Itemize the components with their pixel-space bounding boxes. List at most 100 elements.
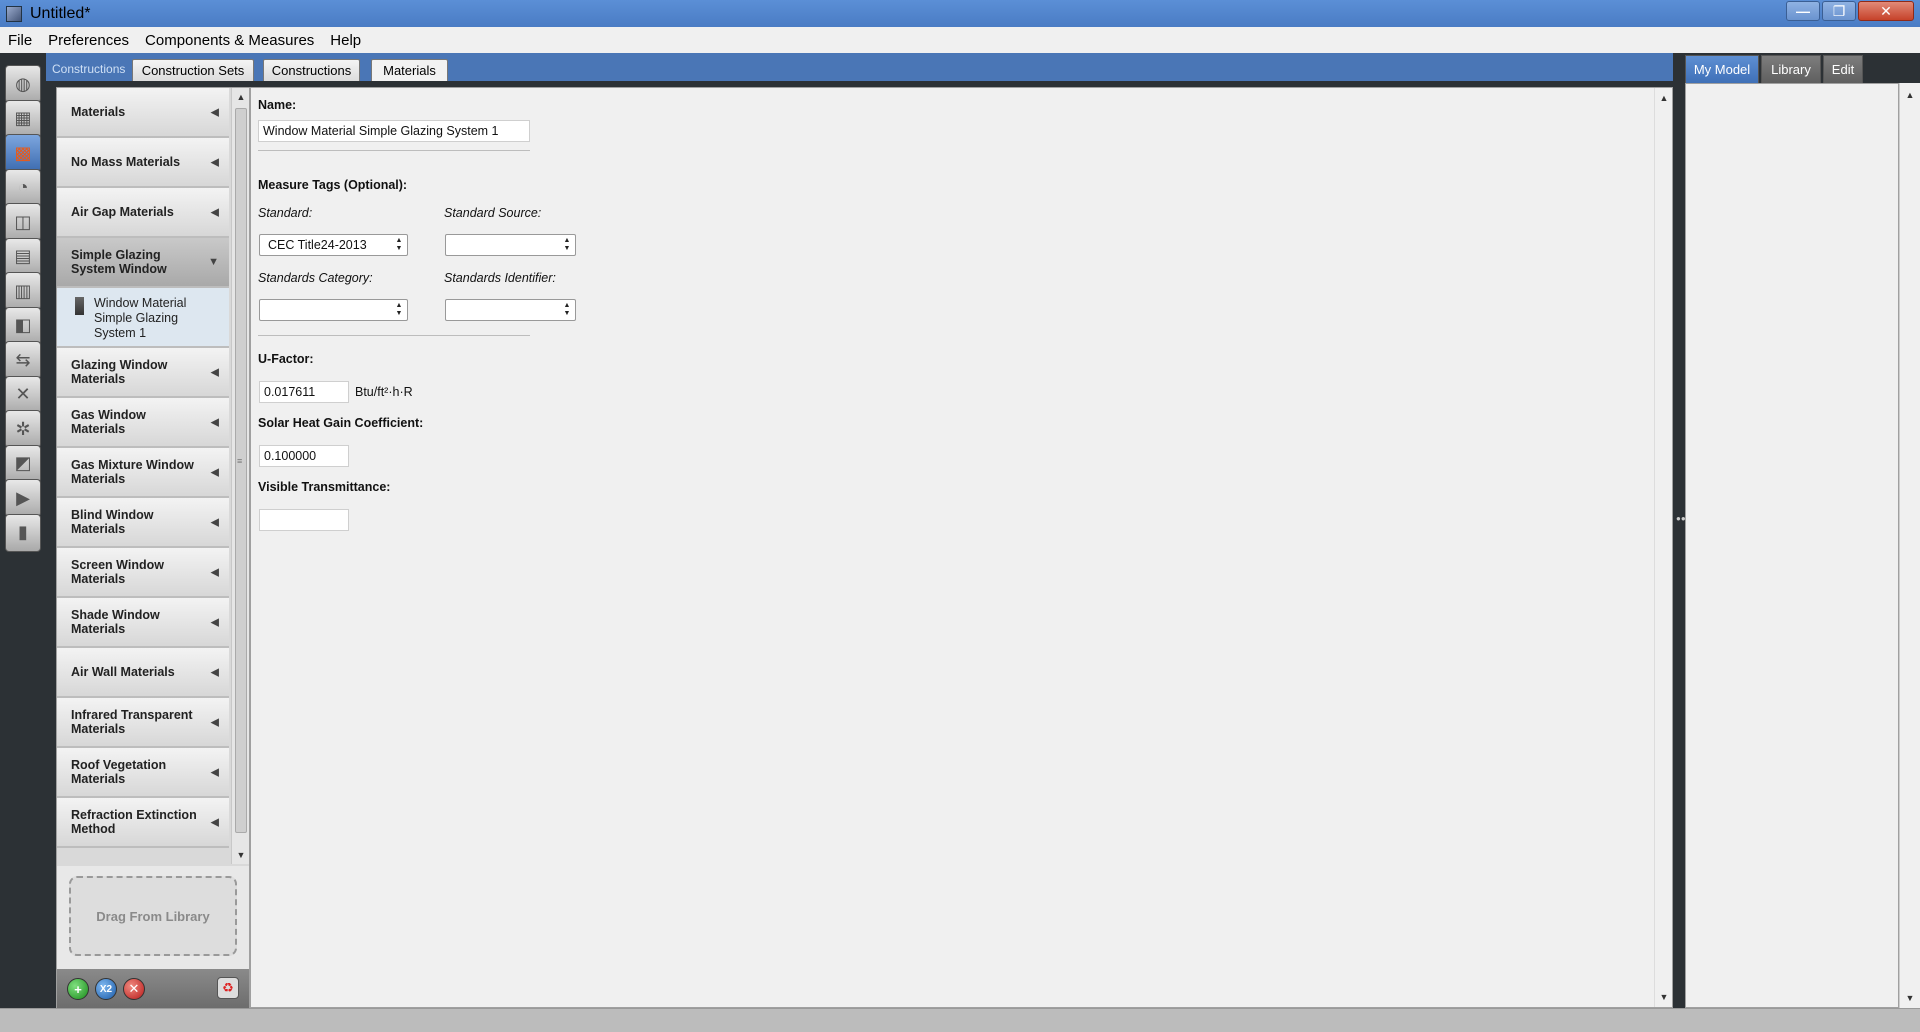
expand-arrow-icon[interactable]: ◀ <box>211 516 219 529</box>
standard-source-select[interactable]: ▲ ▼ <box>445 234 576 256</box>
expand-arrow-icon[interactable]: ◀ <box>211 666 219 679</box>
material-category-item[interactable]: Glazing Window Materials ◀ <box>57 348 229 398</box>
tab-constructions[interactable]: Constructions <box>263 59 360 81</box>
menu-components-measures[interactable]: Components & Measures <box>137 32 322 49</box>
drag-from-library-dropzone[interactable]: Drag From Library <box>69 876 237 956</box>
right-tab-row: My Model Library Edit <box>1685 53 1920 83</box>
purge-objects-button[interactable]: ♻ <box>217 977 239 999</box>
loads-icon-button[interactable]: ◔ <box>5 168 41 207</box>
expand-arrow-icon[interactable]: ◀ <box>211 416 219 429</box>
material-category-item[interactable]: No Mass Materials ◀ <box>57 138 229 188</box>
inspector-scrollbar[interactable]: ▲ ▼ <box>1654 88 1672 1007</box>
minimize-button[interactable]: — <box>1786 1 1820 21</box>
output-variables-icon-button[interactable]: ◩ <box>5 444 41 483</box>
material-category-item[interactable]: Materials ◀ <box>57 88 229 138</box>
name-field[interactable]: Window Material Simple Glazing System 1 <box>258 120 530 142</box>
thermal-zones-icon: ⇆ <box>15 349 31 370</box>
shgc-field[interactable]: 0.100000 <box>259 445 349 467</box>
expand-arrow-icon[interactable]: ◀ <box>211 616 219 629</box>
close-button[interactable]: ✕ <box>1858 1 1914 21</box>
material-item-label: Window Material Simple Glazing System 1 <box>94 296 187 340</box>
panel-splitter[interactable]: ●●● <box>1673 53 1691 1008</box>
scroll-up-icon[interactable]: ▲ <box>1655 91 1673 105</box>
tab-edit[interactable]: Edit <box>1823 55 1863 83</box>
material-category-item[interactable]: Gas Window Materials ◀ <box>57 398 229 448</box>
schedules-icon-button[interactable]: ▦ <box>5 99 41 138</box>
tab-library[interactable]: Library <box>1761 55 1821 83</box>
menu-help[interactable]: Help <box>322 32 369 49</box>
building-summary-icon-button[interactable]: ✲ <box>5 410 41 448</box>
material-category-label: Air Gap Materials <box>71 205 174 219</box>
scroll-up-icon[interactable]: ▲ <box>232 90 250 104</box>
measure-tags-label: Measure Tags (Optional): <box>258 178 408 192</box>
expand-arrow-icon[interactable]: ◀ <box>211 366 219 379</box>
standard-source-label: Standard Source: <box>444 206 542 220</box>
list-scrollbar[interactable]: ▲ ≡ ▼ <box>231 88 249 864</box>
expand-arrow-icon[interactable]: ◀ <box>211 766 219 779</box>
expand-arrow-icon[interactable]: ◀ <box>211 106 219 119</box>
material-category-label: Glazing Window Materials <box>71 358 168 386</box>
material-category-label: Gas Window Materials <box>71 408 146 436</box>
material-category-item[interactable]: Roof Vegetation Materials ◀ <box>57 748 229 798</box>
tab-construction-sets[interactable]: Construction Sets <box>132 59 254 81</box>
standards-identifier-label: Standards Identifier: <box>444 271 556 285</box>
remove-object-button[interactable]: ✕ <box>123 978 145 1000</box>
expand-arrow-icon[interactable]: ◀ <box>211 206 219 219</box>
spaces-icon-button[interactable]: ◧ <box>5 306 41 345</box>
expand-arrow-icon[interactable]: ◀ <box>211 156 219 169</box>
hvac-systems-icon-button[interactable]: ✕ <box>5 375 41 414</box>
standards-category-label: Standards Category: <box>258 271 373 285</box>
expand-arrow-icon[interactable]: ◀ <box>211 716 219 729</box>
results-summary-icon-button[interactable]: ▮ <box>5 513 41 552</box>
expand-arrow-icon[interactable]: ◀ <box>211 566 219 579</box>
expand-arrow-icon[interactable]: ◀ <box>211 466 219 479</box>
material-category-item[interactable]: Blind Window Materials ◀ <box>57 498 229 548</box>
schedules-icon: ▦ <box>14 108 32 128</box>
site-icon-button[interactable]: ◍ <box>5 65 41 103</box>
expand-arrow-icon[interactable]: ◀ <box>211 816 219 829</box>
right-panel-scrollbar[interactable]: ▲ ▼ <box>1899 83 1920 1008</box>
add-object-button[interactable]: + <box>67 978 89 1000</box>
u-factor-field[interactable]: 0.017611 <box>259 381 349 403</box>
maximize-button[interactable]: ❐ <box>1822 1 1856 21</box>
material-category-item[interactable]: Shade Window Materials ◀ <box>57 598 229 648</box>
building-summary-icon: ✲ <box>15 418 31 439</box>
run-simulation-icon-button[interactable]: ▶ <box>5 479 41 517</box>
material-category-item[interactable]: Air Gap Materials ◀ <box>57 188 229 238</box>
constructions-icon-button[interactable]: ▩ <box>5 134 41 172</box>
material-category-item[interactable]: Gas Mixture Window Materials ◀ <box>57 448 229 498</box>
standard-select[interactable]: CEC Title24-2013 ▲ ▼ <box>259 234 408 256</box>
visible-transmittance-field[interactable] <box>259 509 349 531</box>
material-category-item[interactable]: Refraction Extinction Method ◀ <box>57 798 229 848</box>
material-category-item[interactable]: Screen Window Materials ◀ <box>57 548 229 598</box>
scroll-down-icon[interactable]: ▼ <box>1655 990 1673 1004</box>
menu-preferences[interactable]: Preferences <box>40 32 137 49</box>
thermal-zones-icon-button[interactable]: ⇆ <box>5 341 41 379</box>
material-category-label: Blind Window Materials <box>71 508 154 536</box>
geometry-icon-button[interactable]: ▤ <box>5 237 41 276</box>
material-category-item[interactable]: Air Wall Materials ◀ <box>57 648 229 698</box>
tab-my-model[interactable]: My Model <box>1685 55 1759 83</box>
tab-materials[interactable]: Materials <box>371 59 448 81</box>
menu-file[interactable]: File <box>0 32 40 49</box>
menu-bar: File Preferences Components & Measures H… <box>0 27 1920 53</box>
scroll-down-icon[interactable]: ▼ <box>1900 991 1920 1005</box>
visible-transmittance-label: Visible Transmittance: <box>258 480 391 494</box>
material-category-item[interactable]: Simple Glazing System Window ▼ <box>57 238 229 288</box>
standards-category-select[interactable]: ▲ ▼ <box>259 299 408 321</box>
materials-list-panel: Materials ◀ No Mass Materials ◀ Air Gap Mate… <box>56 87 250 1009</box>
material-category-item[interactable]: Infrared Transparent Materials ◀ <box>57 698 229 748</box>
standard-label: Standard: <box>258 206 313 220</box>
space-types-icon-button[interactable]: ◫ <box>5 203 41 241</box>
drop-zone-area: Drag From Library <box>57 866 249 969</box>
divider <box>258 335 530 336</box>
material-category-label: Infrared Transparent Materials <box>71 708 193 736</box>
scroll-down-icon[interactable]: ▼ <box>232 848 250 862</box>
standards-identifier-select[interactable]: ▲ ▼ <box>445 299 576 321</box>
copy-object-button[interactable]: X2 <box>95 978 117 1000</box>
scroll-up-icon[interactable]: ▲ <box>1900 88 1920 102</box>
facility-icon-button[interactable]: ▥ <box>5 272 41 310</box>
material-list-item[interactable]: Window Material Simple Glazing System 1 <box>57 288 229 348</box>
scroll-thumb[interactable] <box>235 108 247 833</box>
collapse-arrow-icon[interactable]: ▼ <box>208 256 219 268</box>
